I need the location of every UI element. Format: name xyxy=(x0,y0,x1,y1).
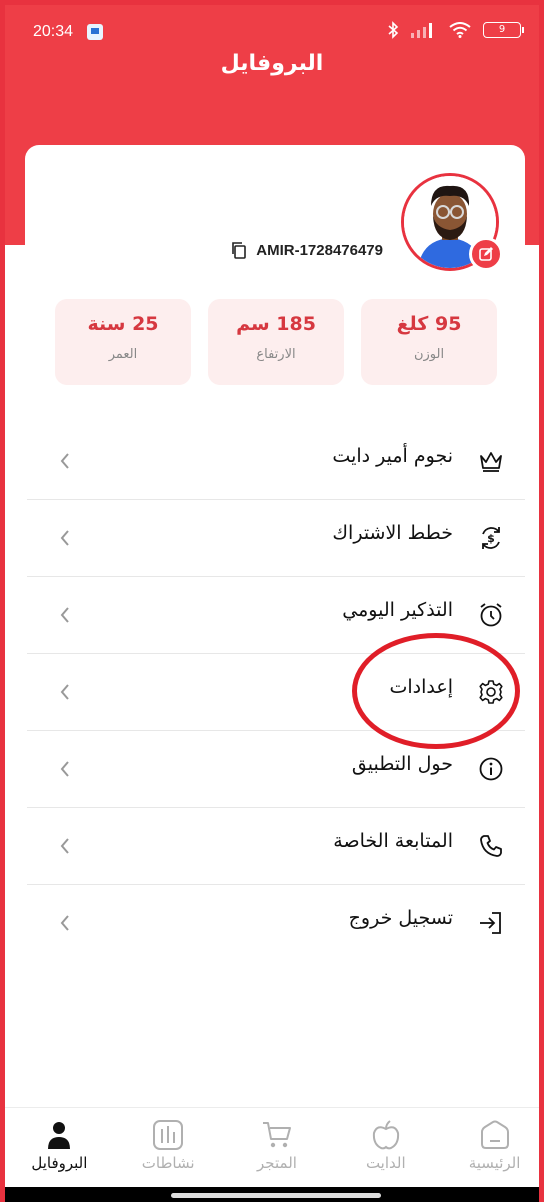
stat-label: العمر xyxy=(108,347,138,362)
info-icon xyxy=(479,757,503,781)
cart-icon xyxy=(262,1122,291,1148)
status-time: 20:34 xyxy=(33,23,74,40)
menu-item-label: حول التطبيق xyxy=(351,753,453,775)
chevron-left-icon xyxy=(60,453,69,469)
svg-text:$: $ xyxy=(487,532,495,545)
bottom-navigation: البروفايل نشاطات المتجر الدايت الرئيسية xyxy=(5,1107,539,1187)
stat-value: 95 كلغ xyxy=(396,313,462,335)
battery-icon: 9 xyxy=(483,22,524,38)
nav-label: نشاطات xyxy=(141,1154,195,1172)
menu-item-stars[interactable]: نجوم أمير دايت xyxy=(27,423,525,500)
stats-row: 25 سنة العمر 185 سم الارتفاع 95 كلغ الوز… xyxy=(55,299,497,385)
nav-activities[interactable]: نشاطات xyxy=(118,1108,218,1187)
app-frame: 20:34 9 البروفايل AMIR-1728476479 25 سنة… xyxy=(0,0,544,1202)
menu-item-label: التذكير اليومي xyxy=(342,599,453,621)
crown-icon xyxy=(480,452,502,472)
chevron-left-icon xyxy=(60,530,69,546)
menu-item-daily-reminder[interactable]: التذكير اليومي xyxy=(27,577,525,654)
apple-icon xyxy=(372,1120,399,1150)
menu-item-subscription[interactable]: $ خطط الاشتراك xyxy=(27,500,525,577)
alarm-clock-icon xyxy=(480,603,502,627)
page-title: البروفايل xyxy=(220,51,324,76)
stat-value: 25 سنة xyxy=(87,313,159,335)
menu-item-label: نجوم أمير دايت xyxy=(332,445,453,467)
nav-diet[interactable]: الدايت xyxy=(336,1108,436,1187)
subscription-icon: $ xyxy=(482,527,500,549)
menu-item-settings[interactable]: إعدادات xyxy=(27,654,525,731)
nav-label: البروفايل xyxy=(31,1154,88,1172)
stat-value: 185 سم xyxy=(236,313,316,335)
profile-card: AMIR-1728476479 25 سنة العمر 185 سم الار… xyxy=(25,145,525,420)
stat-age: 25 سنة العمر xyxy=(55,299,191,385)
logout-icon xyxy=(480,912,501,934)
avatar-wrapper xyxy=(401,173,503,271)
chevron-left-icon xyxy=(60,915,69,931)
menu-item-label: إعدادات xyxy=(389,676,454,698)
status-icons: 9 xyxy=(387,21,524,39)
edit-icon xyxy=(479,247,493,261)
stat-weight: 95 كلغ الوزن xyxy=(361,299,497,385)
nav-store[interactable]: المتجر xyxy=(227,1108,327,1187)
chevron-left-icon xyxy=(60,607,69,623)
signal-icon xyxy=(411,23,432,38)
copy-icon[interactable] xyxy=(230,241,248,259)
edit-avatar-button[interactable] xyxy=(469,237,503,271)
menu-item-label: خطط الاشتراك xyxy=(332,522,453,544)
nav-label: الرئيسية xyxy=(468,1154,521,1172)
home-icon xyxy=(480,1120,509,1149)
user-id: AMIR-1728476479 xyxy=(256,241,383,259)
menu-item-about[interactable]: حول التطبيق xyxy=(27,731,525,808)
menu-item-label: المتابعة الخاصة xyxy=(333,830,453,852)
nav-profile[interactable]: البروفايل xyxy=(9,1108,109,1187)
phone-icon xyxy=(480,835,502,857)
system-home-indicator xyxy=(5,1187,539,1202)
user-id-row: AMIR-1728476479 xyxy=(230,241,383,259)
profile-menu: نجوم أمير دايت $ خطط الاشتراك التذكير ال… xyxy=(27,423,525,962)
bluetooth-icon xyxy=(388,21,399,39)
gear-icon xyxy=(479,680,503,704)
chevron-left-icon xyxy=(60,761,69,777)
nav-label: المتجر xyxy=(257,1154,297,1172)
nav-home[interactable]: الرئيسية xyxy=(445,1108,539,1187)
stat-label: الارتفاع xyxy=(256,347,296,362)
activity-icon xyxy=(153,1120,184,1150)
menu-item-private-followup[interactable]: المتابعة الخاصة xyxy=(27,808,525,885)
notification-app-icon xyxy=(87,24,103,40)
menu-item-logout[interactable]: تسجيل خروج xyxy=(27,885,525,962)
nav-label: الدايت xyxy=(365,1154,406,1172)
menu-item-label: تسجيل خروج xyxy=(348,907,453,929)
profile-icon xyxy=(48,1122,71,1149)
wifi-icon xyxy=(449,22,471,38)
stat-height: 185 سم الارتفاع xyxy=(208,299,344,385)
stat-label: الوزن xyxy=(413,347,445,362)
chevron-left-icon xyxy=(60,684,69,700)
chevron-left-icon xyxy=(60,838,69,854)
